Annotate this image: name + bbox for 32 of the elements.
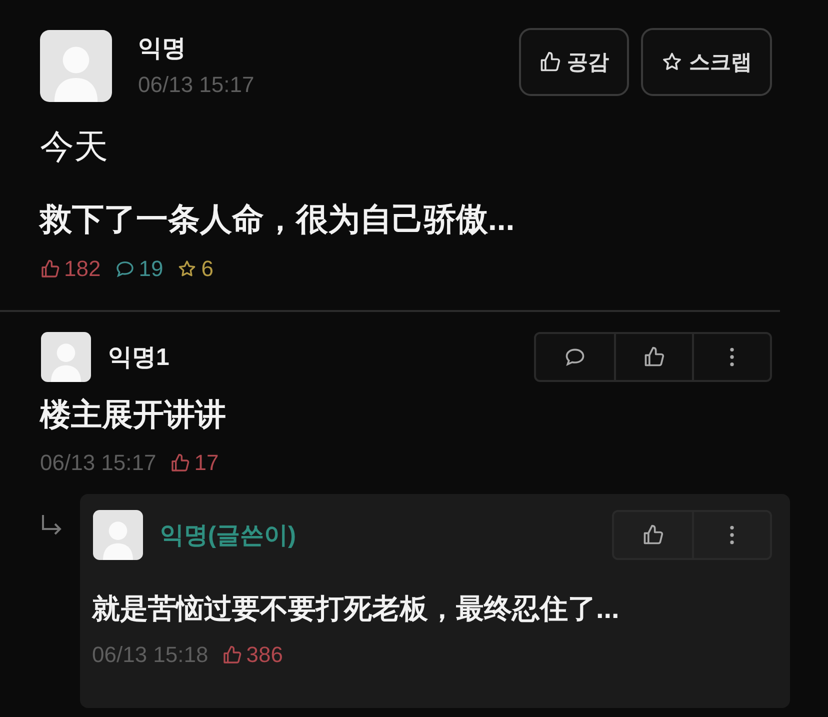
- scrap-button[interactable]: 스크랩: [641, 28, 772, 96]
- comment-time: 06/13 15:18: [92, 642, 208, 668]
- comment-time: 06/13 15:17: [40, 450, 156, 476]
- star-icon: [661, 51, 683, 73]
- comment-count: 19: [138, 256, 164, 282]
- comment-text: 楼主展开讲讲: [40, 396, 227, 434]
- post-title: 今天: [40, 127, 109, 168]
- thumbs-up-icon: [539, 51, 561, 73]
- scrap-count: 6: [201, 256, 214, 282]
- avatar: [92, 510, 144, 560]
- thumbs-up-icon: [222, 645, 242, 665]
- post-time: 06/13 15:17: [138, 72, 254, 98]
- more-icon: [729, 524, 735, 546]
- post-body: 救下了一条人命，很为自己骄傲...: [40, 200, 516, 239]
- speech-bubble-icon: [564, 346, 586, 368]
- like-button[interactable]: 공감: [519, 28, 629, 96]
- author-name: 익명: [138, 34, 187, 64]
- star-icon: [177, 259, 198, 279]
- thumbs-up-icon: [170, 453, 190, 473]
- like-count: 182: [64, 256, 101, 282]
- like-count: 386: [246, 642, 283, 668]
- comment-author: 익명(글쓴이): [160, 521, 296, 551]
- thumbs-up-icon: [643, 346, 665, 368]
- comment-text: 就是苦恼过要不要打死老板，最终忍住了...: [92, 592, 620, 626]
- thumbs-up-icon: [40, 259, 60, 279]
- more-icon: [729, 346, 735, 368]
- like-count: 17: [194, 450, 219, 476]
- speech-bubble-icon: [114, 259, 135, 279]
- reply-arrow-icon: [40, 514, 64, 536]
- avatar: [40, 332, 92, 382]
- thumbs-up-icon: [642, 524, 664, 546]
- comment-author: 익명1: [108, 343, 170, 373]
